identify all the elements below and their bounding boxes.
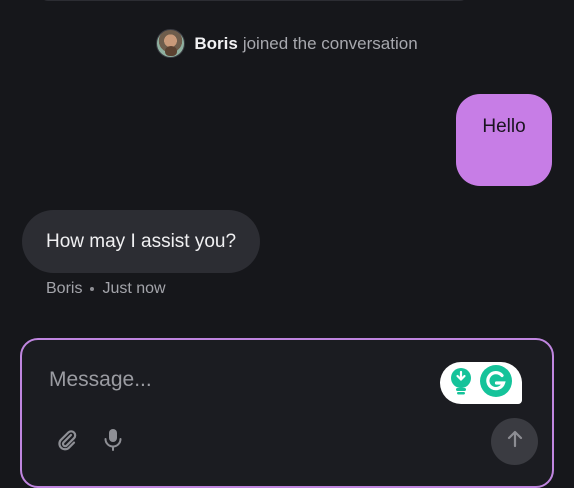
paperclip-icon[interactable] [54,427,80,453]
send-button[interactable] [491,418,538,465]
agent-name: Boris [46,280,83,297]
microphone-icon[interactable] [100,427,126,453]
user-message-text: Hello [482,116,526,137]
grammarly-widget[interactable] [440,362,522,404]
message-input[interactable] [47,364,431,396]
message-time: Just now [102,280,166,297]
agent-message-meta: Boris Just now [46,280,166,298]
join-name: Boris [194,33,238,53]
join-notice: Boris joined the conversation [0,29,574,58]
lightbulb-icon[interactable] [449,367,473,400]
separator-dot [90,287,95,291]
grammarly-icon[interactable] [479,364,513,403]
agent-message-text: How may I assist you? [46,230,237,252]
join-text: joined the conversation [242,33,418,53]
arrow-up-icon [505,429,525,454]
user-message-bubble: Hello [456,94,552,186]
avatar [156,29,186,58]
previous-card-edge [40,0,468,1]
message-composer [20,338,554,488]
agent-message-bubble: How may I assist you? [22,210,261,273]
